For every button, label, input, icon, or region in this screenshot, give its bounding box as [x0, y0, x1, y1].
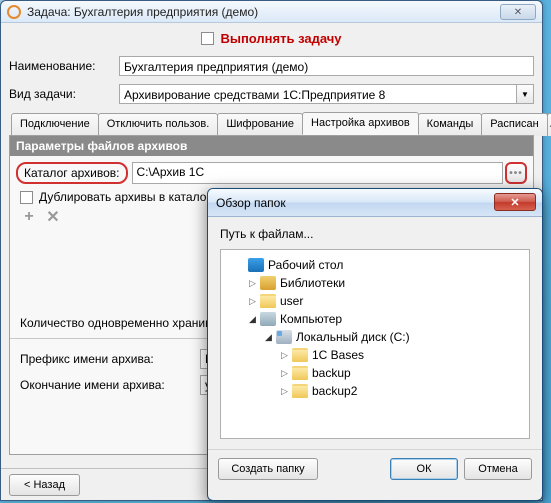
name-row: Наименование: Бухгалтерия предприятия (д…	[9, 56, 534, 76]
duplicate-label: Дублировать архивы в катало	[39, 190, 206, 204]
dialog-footer: Создать папку ОК Отмена	[208, 449, 542, 488]
tab-schedule[interactable]: Расписан	[481, 113, 547, 136]
expander-icon[interactable]: ◢	[247, 314, 258, 325]
folder-icon	[260, 294, 276, 308]
catalog-label: Каталог архивов:	[16, 162, 128, 184]
expander-icon[interactable]: ▷	[247, 278, 258, 289]
tree-label: backup	[312, 366, 351, 380]
dialog-close-button[interactable]: ✕	[494, 193, 536, 211]
tree-label: Библиотеки	[280, 276, 345, 290]
dialog-body: Путь к файлам... Рабочий стол ▷ Библиоте…	[208, 217, 542, 449]
tree-user[interactable]: ▷ user	[225, 292, 525, 310]
section-title: Параметры файлов архивов	[10, 136, 533, 156]
tree-label: Рабочий стол	[268, 258, 343, 272]
window-close-button[interactable]: ✕	[500, 4, 536, 20]
folder-icon	[292, 366, 308, 380]
tree-label: Локальный диск (C:)	[296, 330, 410, 344]
tab-archive-settings[interactable]: Настройка архивов	[302, 112, 419, 135]
tree-desktop[interactable]: Рабочий стол	[225, 256, 525, 274]
disk-icon	[276, 330, 292, 344]
catalog-browse-button[interactable]: •••	[505, 162, 527, 184]
name-label: Наименование:	[9, 59, 119, 73]
library-icon	[260, 276, 276, 290]
expander-icon[interactable]: ▷	[279, 350, 290, 361]
execute-row: Выполнять задачу	[9, 31, 534, 46]
type-dropdown-button[interactable]: ▼	[517, 84, 534, 104]
folder-icon	[292, 348, 308, 362]
type-row: Вид задачи: Архивирование средствами 1С:…	[9, 84, 534, 104]
create-folder-button[interactable]: Создать папку	[218, 458, 318, 480]
ok-button[interactable]: ОК	[390, 458, 458, 480]
folder-tree[interactable]: Рабочий стол ▷ Библиотеки ▷ user ◢ Компь…	[220, 249, 530, 439]
execute-label: Выполнять задачу	[220, 31, 341, 46]
expander-icon[interactable]: ◢	[263, 332, 274, 343]
add-button[interactable]: +	[20, 208, 38, 226]
catalog-row: Каталог архивов: C:\Архив 1С •••	[16, 162, 527, 184]
tree-libraries[interactable]: ▷ Библиотеки	[225, 274, 525, 292]
expander-icon[interactable]: ▷	[247, 296, 258, 307]
tree-label: Компьютер	[280, 312, 342, 326]
suffix-label: Окончание имени архива:	[20, 378, 200, 392]
type-label: Вид задачи:	[9, 87, 119, 101]
expander-icon[interactable]: ▷	[279, 368, 290, 379]
prefix-label: Префикс имени архива:	[20, 352, 200, 366]
duplicate-checkbox[interactable]	[20, 191, 33, 204]
tab-scroll-left[interactable]: ◂	[547, 113, 551, 136]
tab-connection[interactable]: Подключение	[11, 113, 99, 136]
tree-computer[interactable]: ◢ Компьютер	[225, 310, 525, 328]
tab-bar: Подключение Отключить пользов. Шифровани…	[9, 112, 534, 135]
tree-folder-backup[interactable]: ▷ backup	[225, 364, 525, 382]
titlebar[interactable]: Задача: Бухгалтерия предприятия (демо) ✕	[1, 1, 542, 23]
tree-folder-backup2[interactable]: ▷ backup2	[225, 382, 525, 400]
tab-encryption[interactable]: Шифрование	[217, 113, 303, 136]
execute-checkbox[interactable]	[201, 32, 214, 45]
catalog-input[interactable]: C:\Архив 1С	[132, 162, 504, 184]
app-icon	[7, 5, 21, 19]
window-title: Задача: Бухгалтерия предприятия (демо)	[27, 5, 258, 19]
name-input[interactable]: Бухгалтерия предприятия (демо)	[119, 56, 534, 76]
back-button[interactable]: < Назад	[9, 474, 80, 496]
tree-folder-1cbases[interactable]: ▷ 1C Bases	[225, 346, 525, 364]
tree-label: backup2	[312, 384, 357, 398]
expander-icon[interactable]	[235, 260, 246, 271]
remove-button[interactable]: ✕	[44, 208, 62, 226]
tree-label: 1C Bases	[312, 348, 364, 362]
expander-icon[interactable]: ▷	[279, 386, 290, 397]
dialog-title: Обзор папок	[216, 196, 286, 210]
tree-label: user	[280, 294, 303, 308]
dialog-titlebar[interactable]: Обзор папок ✕	[208, 189, 542, 217]
tree-disk-c[interactable]: ◢ Локальный диск (C:)	[225, 328, 525, 346]
cancel-button[interactable]: Отмена	[464, 458, 532, 480]
tab-commands[interactable]: Команды	[418, 113, 483, 136]
desktop-icon	[248, 258, 264, 272]
folder-icon	[292, 384, 308, 398]
dialog-path-label: Путь к файлам...	[220, 227, 530, 241]
computer-icon	[260, 312, 276, 326]
tab-disconnect-users[interactable]: Отключить пользов.	[98, 113, 219, 136]
folder-browse-dialog: Обзор папок ✕ Путь к файлам... Рабочий с…	[207, 188, 543, 501]
type-select[interactable]: Архивирование средствами 1С:Предприятие …	[119, 84, 517, 104]
